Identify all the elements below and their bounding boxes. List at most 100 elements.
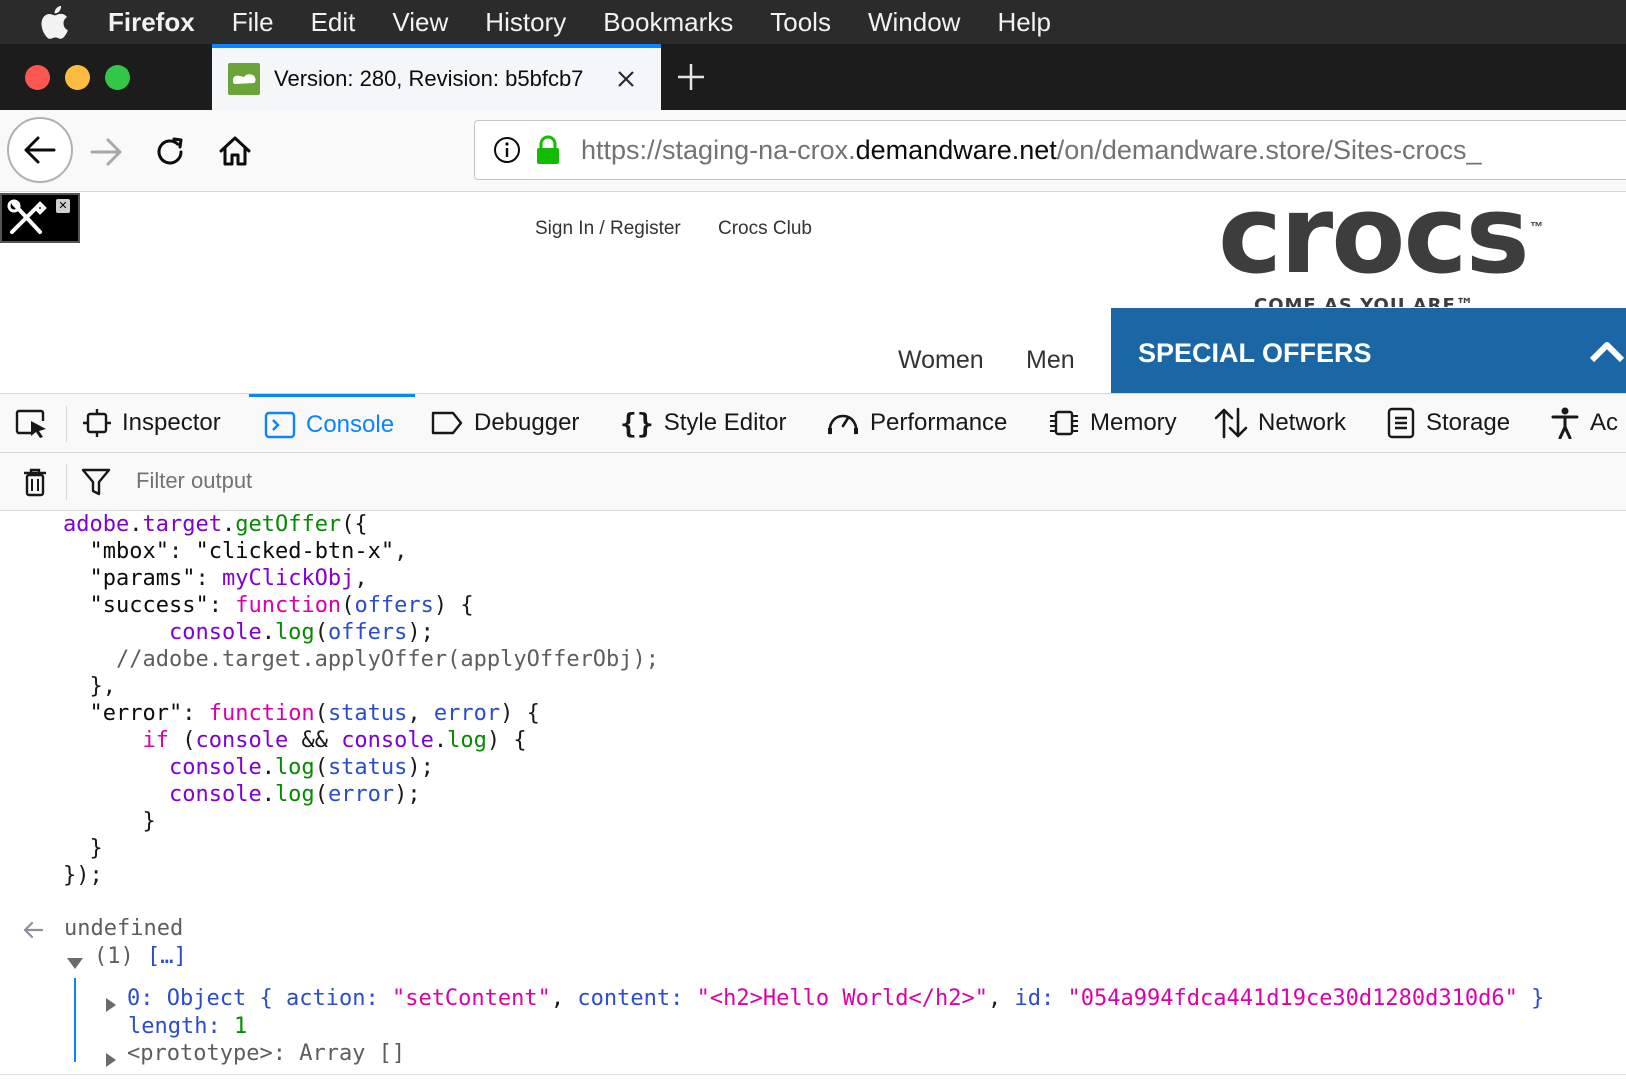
crocs-club-link[interactable]: Crocs Club xyxy=(718,218,812,240)
tab-memory-label: Memory xyxy=(1090,409,1177,436)
code-token: log xyxy=(447,728,487,753)
console-icon xyxy=(264,411,296,439)
clear-console-trash-icon[interactable] xyxy=(20,466,50,498)
filter-funnel-icon[interactable] xyxy=(80,467,112,497)
code-token: . xyxy=(261,620,275,645)
code-token: "mbox" xyxy=(89,539,169,564)
filter-output-input[interactable] xyxy=(124,459,724,503)
console-divider xyxy=(0,1074,1626,1075)
window-minimize-button[interactable] xyxy=(65,65,90,90)
tab-console[interactable]: Console xyxy=(249,394,415,452)
tab-network[interactable]: Network xyxy=(1214,394,1346,452)
menu-bookmarks[interactable]: Bookmarks xyxy=(603,7,733,38)
web-page-content: ✕ Sign In / Register Crocs Club crocs ™ … xyxy=(0,193,1626,393)
array-item-0[interactable]: 0: Object { action: "setContent", conten… xyxy=(127,985,1544,1013)
code-token: function xyxy=(235,593,342,618)
tab-storage[interactable]: Storage xyxy=(1386,394,1510,452)
tab-accessibility[interactable]: Ac xyxy=(1550,394,1618,452)
element-picker-icon[interactable] xyxy=(12,408,52,440)
code-token: if xyxy=(142,728,169,753)
code-line: adobe.target.getOffer({ xyxy=(63,511,368,539)
close-addon-icon[interactable]: ✕ xyxy=(56,199,70,213)
code-token: console xyxy=(341,728,434,753)
code-token: ) { xyxy=(486,728,527,753)
tab-performance[interactable]: Performance xyxy=(826,394,1007,452)
reload-button[interactable] xyxy=(150,132,190,172)
menu-view[interactable]: View xyxy=(392,7,448,38)
macos-menu-bar: Firefox File Edit View History Bookmarks… xyxy=(0,0,1626,44)
code-token: ( xyxy=(314,701,328,726)
forward-button[interactable] xyxy=(86,132,126,172)
tab-console-label: Console xyxy=(306,410,395,438)
back-button[interactable] xyxy=(7,117,73,183)
tab-network-label: Network xyxy=(1258,409,1347,436)
expand-toggle-right-icon[interactable] xyxy=(105,994,117,1019)
result-value: undefined xyxy=(64,916,184,941)
crocs-logo[interactable]: crocs ™ COME AS YOU ARE™ xyxy=(1218,195,1558,307)
tab-debugger[interactable]: Debugger xyxy=(430,394,579,452)
tab-inspector[interactable]: Inspector xyxy=(82,394,221,452)
url-domain: demandware.net xyxy=(855,134,1057,165)
debugger-icon xyxy=(430,410,464,436)
array-prototype[interactable]: <prototype>: Array [] xyxy=(127,1040,405,1068)
code-token: . xyxy=(129,512,143,537)
code-token: console xyxy=(195,728,289,753)
performance-gauge-icon xyxy=(826,408,860,438)
sign-in-link[interactable]: Sign In / Register xyxy=(535,218,681,240)
special-offers-banner[interactable]: SPECIAL OFFERS xyxy=(1111,308,1626,393)
menu-file[interactable]: File xyxy=(232,7,274,38)
code-token: }); xyxy=(63,863,103,888)
menu-help[interactable]: Help xyxy=(997,7,1050,38)
array-length: length: 1 xyxy=(128,1013,247,1041)
secure-lock-icon xyxy=(535,135,561,165)
new-tab-icon[interactable] xyxy=(673,59,709,95)
code-token: error xyxy=(433,701,501,726)
array-preview: […] xyxy=(147,944,187,969)
storage-icon xyxy=(1386,407,1416,439)
crocs-shoe-icon xyxy=(228,63,260,95)
tab-style-editor[interactable]: {} Style Editor xyxy=(620,394,786,452)
nav-men[interactable]: Men xyxy=(1026,346,1075,375)
menu-firefox[interactable]: Firefox xyxy=(108,7,195,38)
close-tab-icon[interactable] xyxy=(616,69,636,89)
tab-title: Version: 280, Revision: b5bfcb7 xyxy=(274,66,584,91)
nav-women[interactable]: Women xyxy=(898,346,984,375)
menu-edit[interactable]: Edit xyxy=(311,7,356,38)
window-zoom-button[interactable] xyxy=(105,65,130,90)
site-info-icon[interactable] xyxy=(493,136,521,164)
tab-style-editor-label: Style Editor xyxy=(663,409,787,436)
code-token: adobe xyxy=(63,512,130,537)
item-type: Object xyxy=(166,986,247,1011)
code-token: ); xyxy=(394,782,421,807)
menu-history[interactable]: History xyxy=(485,7,566,38)
tools-addon-icon[interactable]: ✕ xyxy=(0,193,80,243)
menu-tools[interactable]: Tools xyxy=(770,7,831,38)
code-token: ( xyxy=(314,620,328,645)
url-bar[interactable]: https://staging-na-crox.demandware.net/o… xyxy=(474,120,1626,180)
tab-memory[interactable]: Memory xyxy=(1048,394,1177,452)
menu-window[interactable]: Window xyxy=(868,7,960,38)
array-header[interactable]: (1) […] xyxy=(94,943,187,971)
item-open-brace: { xyxy=(259,986,273,1011)
code-token: ( xyxy=(341,593,355,618)
code-token: : xyxy=(195,566,222,591)
code-token: && xyxy=(288,728,342,753)
expand-toggle-down-icon[interactable] xyxy=(66,951,84,976)
browser-tab[interactable]: Version: 280, Revision: b5bfcb7 xyxy=(212,44,661,110)
apple-icon[interactable] xyxy=(0,0,108,44)
code-token: error xyxy=(327,782,395,807)
chevron-up-icon xyxy=(1589,340,1625,369)
expand-toggle-right-icon[interactable] xyxy=(105,1049,117,1074)
code-token: myClickObj xyxy=(221,566,355,591)
toolbar-separator xyxy=(66,406,67,442)
url-prefix: https://staging-na-crox. xyxy=(581,134,856,165)
code-token: status xyxy=(327,701,408,726)
code-token: . xyxy=(261,782,275,807)
console-filter-bar xyxy=(0,453,1626,511)
home-button[interactable] xyxy=(214,130,256,172)
accessibility-icon xyxy=(1550,407,1580,439)
tab-performance-label: Performance xyxy=(870,409,1008,436)
code-token: //adobe.target.applyOffer(applyOfferObj)… xyxy=(115,647,660,672)
window-close-button[interactable] xyxy=(25,65,50,90)
length-key: length: xyxy=(128,1014,221,1039)
